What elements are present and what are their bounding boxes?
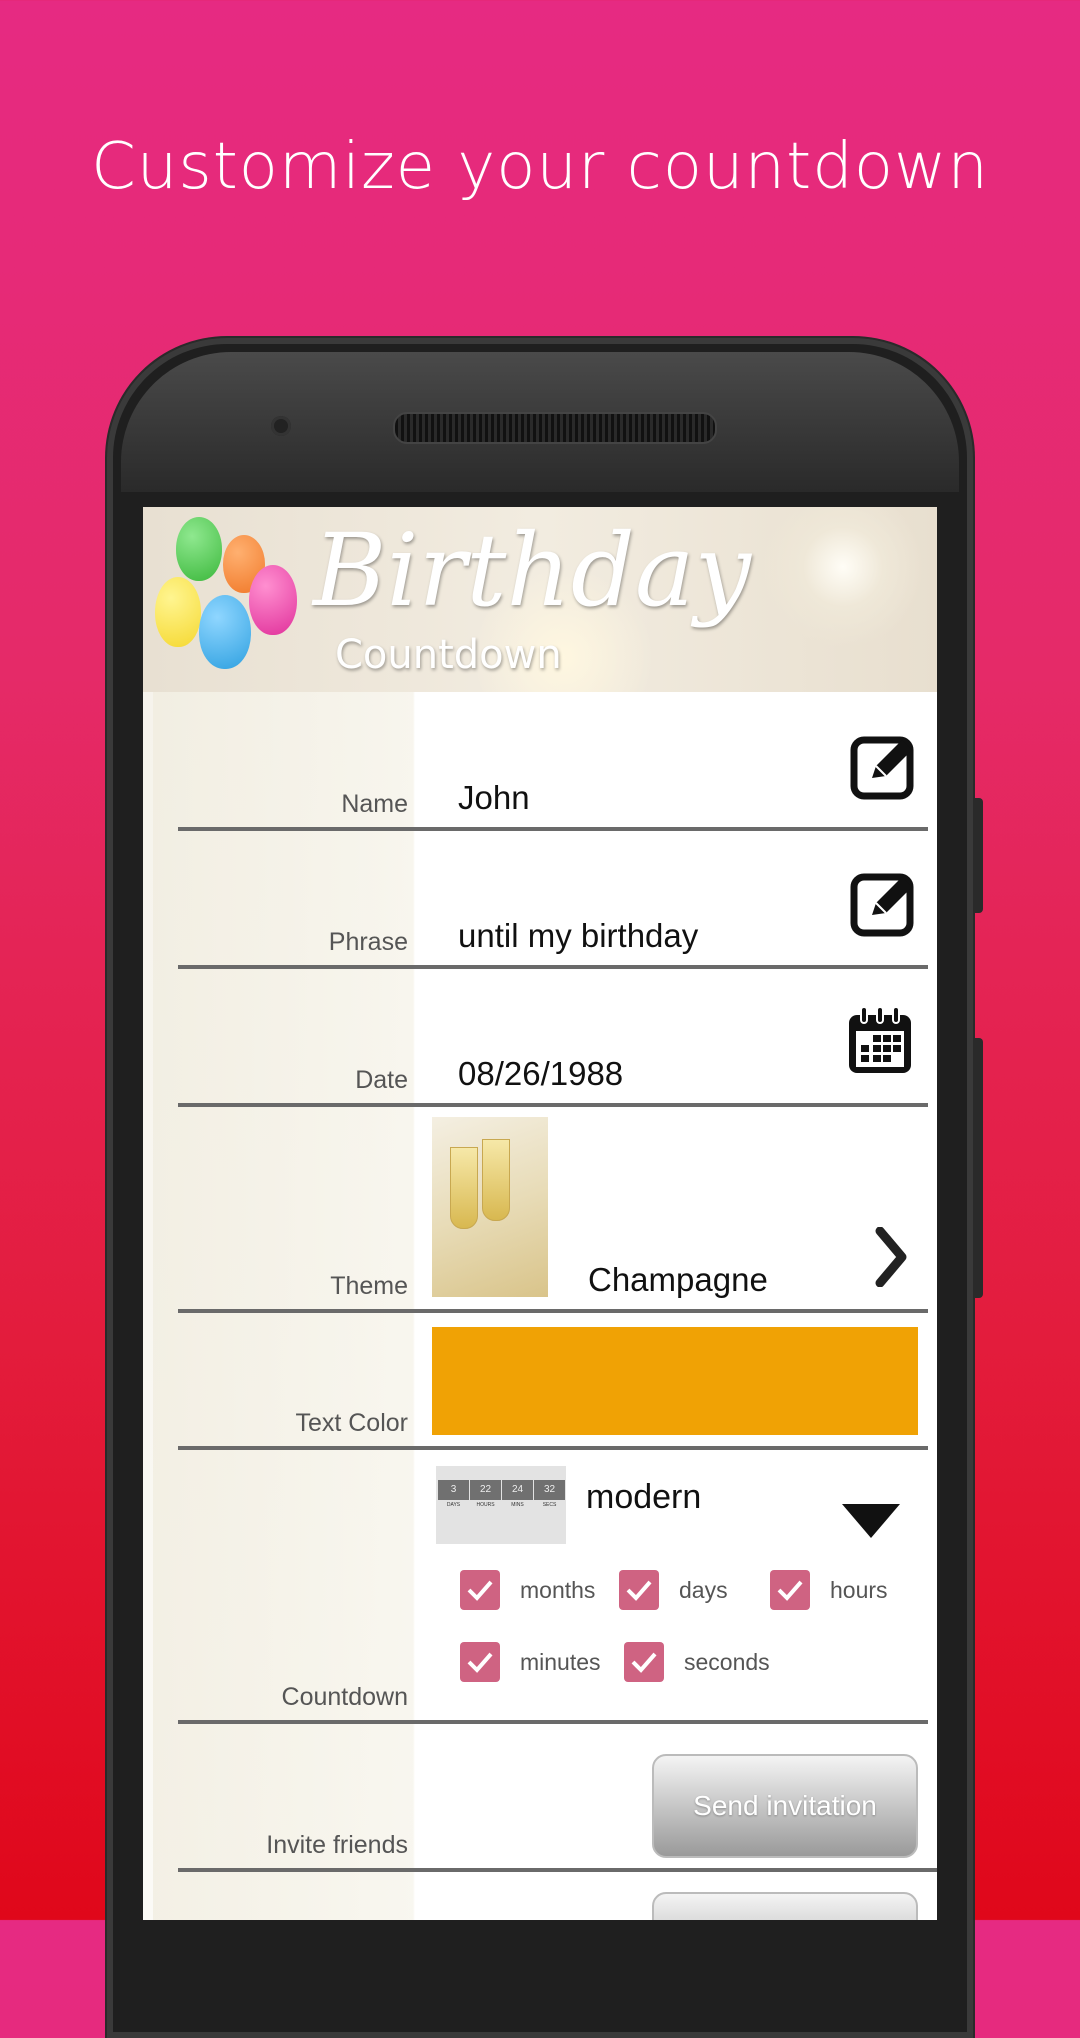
app-screen: Birthday Countdown Name John Phrase unti… (143, 507, 937, 1920)
text-color-swatch[interactable] (432, 1327, 918, 1435)
name-value[interactable]: John (458, 779, 530, 817)
volume-button (973, 798, 983, 913)
name-row[interactable]: Name John (178, 692, 928, 831)
secondary-button[interactable] (652, 1892, 918, 1920)
preview-cell: 32 (534, 1480, 565, 1500)
checkbox-seconds[interactable]: seconds (624, 1642, 770, 1682)
balloon-icon (176, 517, 222, 581)
text-color-row[interactable]: Text Color (178, 1313, 928, 1450)
checkbox-hours[interactable]: hours (770, 1570, 888, 1610)
power-button (973, 1038, 983, 1298)
checkbox-days[interactable]: days (619, 1570, 728, 1610)
balloon-icon (155, 577, 201, 647)
countdown-style-select[interactable]: modern (586, 1478, 701, 1517)
checkbox-checked-icon[interactable] (770, 1570, 810, 1610)
theme-thumbnail (432, 1117, 548, 1297)
preview-cell: 22 (470, 1480, 501, 1500)
checkbox-checked-icon[interactable] (624, 1642, 664, 1682)
date-value[interactable]: 08/26/1988 (458, 1055, 623, 1093)
checkbox-label: hours (830, 1576, 888, 1603)
preview-cell: 24 (502, 1480, 533, 1500)
countdown-row: Countdown 3 22 24 32 DAYS HOURS MINS SEC… (178, 1450, 928, 1724)
checkbox-checked-icon[interactable] (619, 1570, 659, 1610)
checkbox-label: months (520, 1576, 596, 1603)
glass-image (482, 1139, 510, 1221)
invite-row: Invite friends Send invitation (178, 1724, 937, 1872)
edit-icon[interactable] (850, 869, 918, 937)
chevron-right-icon[interactable] (874, 1227, 908, 1287)
invite-label: Invite friends (266, 1831, 408, 1859)
preview-caption: MINS (511, 1502, 524, 1508)
dropdown-arrow-icon[interactable] (842, 1504, 900, 1538)
theme-label: Theme (330, 1272, 408, 1300)
preview-caption: DAYS (446, 1502, 461, 1508)
balloon-icon (199, 595, 251, 669)
banner-subtitle: Countdown (335, 632, 562, 678)
name-label: Name (341, 790, 408, 818)
checkbox-minutes[interactable]: minutes (460, 1642, 601, 1682)
checkbox-label: seconds (684, 1648, 770, 1675)
app-banner: Birthday Countdown (143, 507, 937, 692)
checkbox-checked-icon[interactable] (460, 1570, 500, 1610)
preview-cell: 3 (438, 1480, 469, 1500)
phrase-row[interactable]: Phrase until my birthday (178, 831, 928, 969)
theme-value[interactable]: Champagne (588, 1261, 768, 1299)
camera-icon (271, 416, 291, 436)
preview-caption: SECS (542, 1502, 557, 1508)
checkbox-label: days (679, 1576, 728, 1603)
calendar-icon[interactable] (847, 1005, 913, 1075)
date-row[interactable]: Date 08/26/1988 (178, 969, 928, 1107)
speaker-grille (393, 412, 717, 444)
phrase-value[interactable]: until my birthday (458, 917, 698, 955)
phrase-label: Phrase (328, 928, 408, 956)
balloon-icon (249, 565, 297, 635)
checkbox-checked-icon[interactable] (460, 1642, 500, 1682)
text-color-label: Text Color (295, 1409, 408, 1437)
countdown-style-preview: 3 22 24 32 DAYS HOURS MINS SECS (436, 1466, 566, 1544)
banner-title: Birthday (313, 512, 751, 629)
settings-form: Name John Phrase until my birthday Date … (153, 692, 937, 1920)
headline: Customize your countdown (91, 130, 989, 204)
checkbox-months[interactable]: months (460, 1570, 595, 1610)
countdown-label: Countdown (281, 1683, 408, 1711)
edit-icon[interactable] (850, 732, 918, 800)
send-invitation-button[interactable]: Send invitation (652, 1754, 918, 1858)
theme-row[interactable]: Theme Champagne (178, 1107, 928, 1313)
phone-bezel-top (121, 352, 959, 492)
checkbox-label: minutes (520, 1648, 601, 1675)
preview-caption: HOURS (476, 1502, 495, 1508)
glass-image (450, 1147, 478, 1229)
date-label: Date (355, 1066, 408, 1094)
